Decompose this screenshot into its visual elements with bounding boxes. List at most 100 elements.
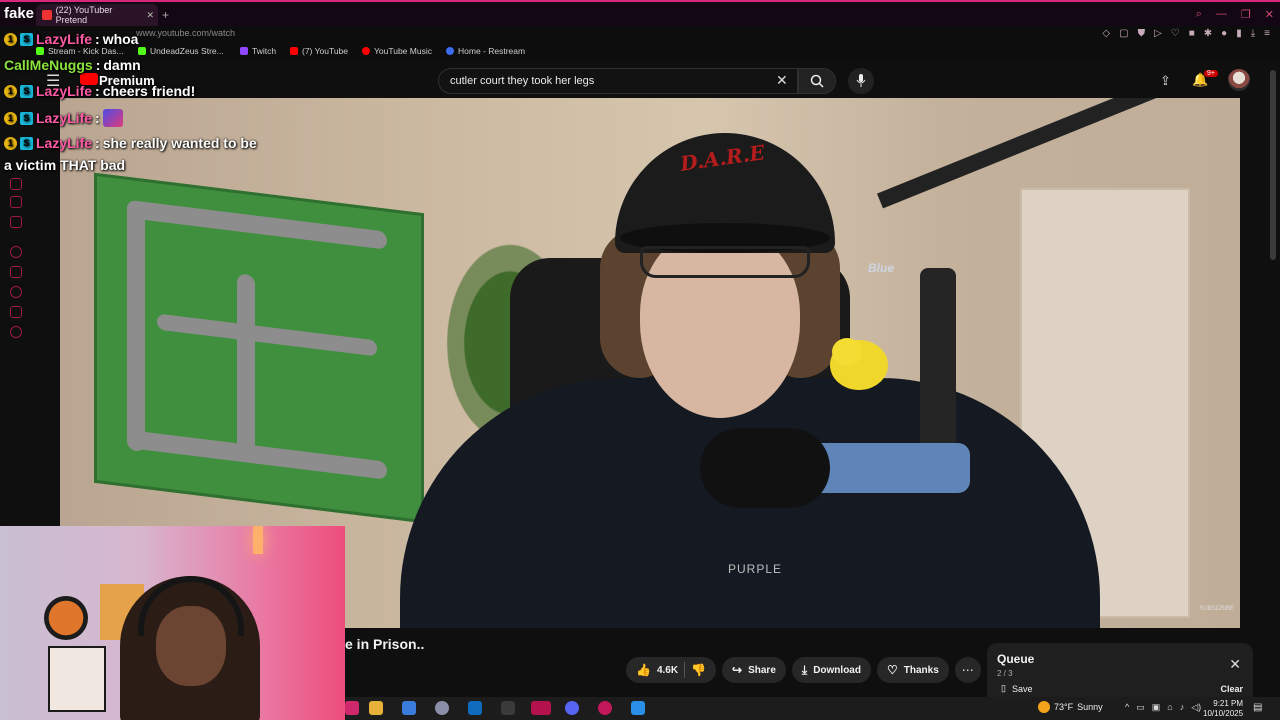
obs-icon[interactable] xyxy=(435,701,449,715)
subscribe-watermark[interactable]: SUBSCRIBE xyxy=(1199,606,1234,612)
temperature: 73°F xyxy=(1054,702,1074,712)
page-scrollbar[interactable] xyxy=(1270,70,1276,260)
save-bookmark-icon: ▯ xyxy=(1001,683,1006,693)
account-avatar[interactable] xyxy=(1228,69,1250,91)
share-button[interactable]: ↪ Share xyxy=(722,657,786,683)
sidebar-record-icon[interactable] xyxy=(10,246,22,258)
sidebar-settings-icon[interactable] xyxy=(10,326,22,338)
bookmark-undeadzeus[interactable]: UndeadZeus Stre... xyxy=(138,46,224,56)
chat-sub-badge-icon: S xyxy=(20,84,33,98)
browser-tab-youtube[interactable]: (22) YouTuber Pretend ✕ xyxy=(36,4,158,26)
voice-search-button[interactable] xyxy=(848,68,874,94)
menu-icon[interactable]: ≡ xyxy=(1264,28,1270,39)
youtube-favicon-icon xyxy=(42,10,52,20)
like-divider xyxy=(684,662,686,678)
maximize-icon[interactable]: ❐ xyxy=(1241,8,1251,21)
download-icon[interactable]: ⤓ xyxy=(1251,28,1255,39)
bookmarks-bar: Stream - Kick Das... UndeadZeus Stre... … xyxy=(0,44,1280,60)
chat-message-continued: a victim THAT bad xyxy=(4,157,125,173)
tab-close-icon[interactable]: ✕ xyxy=(146,10,154,21)
discord-icon[interactable] xyxy=(565,701,579,715)
address-bar: www.youtube.com/watch ◇ ▢ ⛊ ▷ ♡ ■ ✱ ● ▮ … xyxy=(0,26,1280,44)
windows-taskbar: 73°F Sunny ^ ▭ ▣ ⌂ ♪ ◁) 9:21 PM 10/10/20… xyxy=(345,697,1280,720)
tray-app-icon[interactable]: ▣ xyxy=(1152,702,1161,713)
video-glasses xyxy=(640,246,810,278)
tray-monitor-icon[interactable]: ▭ xyxy=(1136,702,1145,713)
video-map-poster xyxy=(94,172,424,524)
search-input[interactable]: cutler court they took her legs xyxy=(438,68,798,94)
search-button[interactable] xyxy=(798,68,836,94)
download-icon: ⤓ xyxy=(801,662,808,677)
chat-username: LazyLife xyxy=(36,31,93,47)
minimize-icon[interactable]: — xyxy=(1216,8,1227,21)
notification-center-icon[interactable]: ▤ xyxy=(1253,702,1262,713)
calendar-icon[interactable] xyxy=(402,701,416,715)
extension-green-icon[interactable]: ■ xyxy=(1189,28,1195,39)
tray-volume-icon[interactable]: ◁) xyxy=(1191,702,1201,713)
bookmark-youtube[interactable]: (7) YouTube xyxy=(290,46,348,56)
queue-panel: Queue 2 / 3 ✕ ▯ Save Clear xyxy=(987,643,1253,700)
play-icon[interactable]: ▷ xyxy=(1154,28,1162,39)
sidebar-twitch-icon[interactable] xyxy=(10,196,22,208)
bookmark-icon[interactable]: ◇ xyxy=(1102,28,1110,39)
rubber-duck-head xyxy=(832,338,862,366)
search-tabs-icon[interactable]: ⌕ xyxy=(1196,8,1202,21)
sidebar-folder-icon[interactable] xyxy=(10,266,22,278)
sidebar-bulb-icon[interactable] xyxy=(10,306,22,318)
taskbar-app-icon[interactable] xyxy=(345,701,359,715)
create-upload-icon[interactable]: ⇪ xyxy=(1160,73,1171,89)
bookmark-twitch[interactable]: Twitch xyxy=(240,46,276,56)
queue-close-icon[interactable]: ✕ xyxy=(1229,656,1241,673)
close-window-icon[interactable]: ✕ xyxy=(1265,8,1274,21)
queue-count: 2 / 3 xyxy=(997,669,1013,678)
bookmark-kick[interactable]: Stream - Kick Das... xyxy=(36,46,124,56)
profile-icon[interactable]: ● xyxy=(1221,28,1227,39)
browser-taskbar-icon[interactable] xyxy=(531,701,551,715)
window-app-icon[interactable] xyxy=(631,701,645,715)
queue-clear-button[interactable]: Clear xyxy=(1220,684,1243,694)
sidebar-x-icon[interactable] xyxy=(10,216,22,228)
chat-text: whoa xyxy=(102,31,139,47)
puzzle-icon[interactable]: ✱ xyxy=(1204,28,1212,39)
dislike-icon[interactable]: 👎 xyxy=(691,663,706,677)
sidebar-home-icon[interactable] xyxy=(10,178,22,190)
more-icon: ⋯ xyxy=(961,663,974,677)
download-button[interactable]: ⤓ Download xyxy=(791,657,871,683)
outlook-icon[interactable] xyxy=(468,701,482,715)
recorder-icon[interactable] xyxy=(598,701,612,715)
file-explorer-icon[interactable] xyxy=(369,701,383,715)
screenshot-icon[interactable]: ▢ xyxy=(1119,28,1128,39)
sidebar-history-icon[interactable] xyxy=(10,286,22,298)
more-actions-button[interactable]: ⋯ xyxy=(954,657,981,683)
chat-username: LazyLife xyxy=(36,110,93,126)
twitch-icon xyxy=(240,47,248,55)
tray-mic-icon[interactable]: ♪ xyxy=(1180,702,1185,713)
clear-search-icon[interactable]: ✕ xyxy=(776,72,788,89)
weather-widget[interactable]: 73°F Sunny xyxy=(1038,701,1103,713)
restream-icon xyxy=(446,47,454,55)
webcam-overlay xyxy=(0,526,345,720)
bookmark-youtube-music[interactable]: YouTube Music xyxy=(362,46,432,56)
new-tab-icon[interactable]: + xyxy=(162,8,169,22)
like-count[interactable]: 4.6K xyxy=(657,665,678,676)
chat-username: LazyLife xyxy=(36,83,93,99)
url-field[interactable]: www.youtube.com/watch xyxy=(136,28,235,38)
thanks-button[interactable]: ♡ Thanks xyxy=(876,657,949,683)
kick-icon xyxy=(138,47,146,55)
taskbar-clock[interactable]: 9:21 PM 10/10/2025 xyxy=(1203,699,1243,719)
x-app-icon[interactable] xyxy=(501,701,515,715)
chat-message: 1S LazyLife: she really wanted to be xyxy=(4,135,257,151)
bookmark-restream[interactable]: Home - Restream xyxy=(446,46,525,56)
heart-icon[interactable]: ♡ xyxy=(1171,28,1180,39)
tray-network-icon[interactable]: ⌂ xyxy=(1167,702,1172,713)
window-controls: ⌕ — ❐ ✕ xyxy=(1196,8,1274,21)
like-icon[interactable]: 👍 xyxy=(636,663,651,677)
shield-icon[interactable]: ⛊ xyxy=(1138,28,1146,39)
queue-save-button[interactable]: ▯ Save xyxy=(1001,683,1032,694)
sun-icon xyxy=(1038,701,1050,713)
chat-colon: : xyxy=(95,57,101,73)
sidebar-toggle-icon[interactable]: ▮ xyxy=(1236,28,1242,39)
chat-text: cheers friend! xyxy=(102,83,196,99)
tray-chevron-icon[interactable]: ^ xyxy=(1125,702,1129,713)
thanks-label: Thanks xyxy=(903,664,939,676)
